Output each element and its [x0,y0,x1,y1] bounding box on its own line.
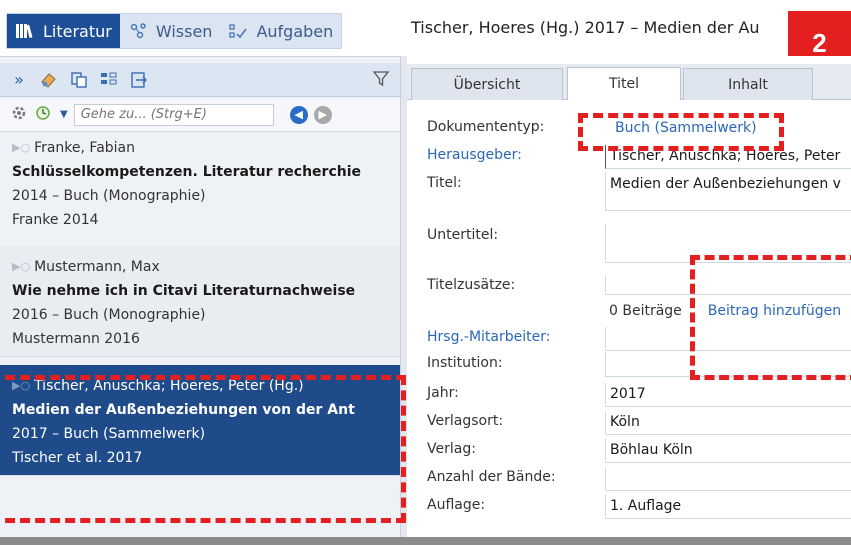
settings-icon[interactable] [10,104,28,126]
reference-title: Wie nehme ich in Citavi Literaturnachwei… [12,283,356,299]
flag-icon: ▶○ [12,141,31,154]
tab-uebersicht[interactable]: Übersicht [411,68,563,100]
panel-splitter[interactable] [400,56,407,537]
field-label: Verlagsort: [427,413,504,429]
reference-year-type: 2014 – Buch (Monographie) [12,188,206,204]
field-editor: Herausgeber: Tischer, Anuschka; Hoeres, … [407,141,851,169]
field-label: Dokumententyp: [427,119,545,135]
reference-short-title: Tischer et al. 2017 [12,450,143,466]
sort-icon[interactable] [98,69,120,91]
reference-author: Tischer, Anuschka; Hoeres, Peter (Hg.) [34,378,304,394]
copy-icon[interactable] [68,69,90,91]
subtitle-field[interactable] [605,225,851,263]
flag-icon: ▶○ [12,260,31,273]
contributions-row: 0 Beiträge Beitrag hinzufügen [407,297,851,327]
chevron-down-icon[interactable]: ▼ [60,109,68,120]
tasks-icon [229,24,248,39]
document-title: Tischer, Hoeres (Hg.) 2017 – Medien der … [411,18,760,37]
reference-title: Medien der Außenbeziehungen von der Ant [12,402,355,418]
back-button[interactable]: ◀ [289,105,308,124]
field-label: Titelzusätze: [427,277,516,293]
editor-tabs: Übersicht Titel Inhalt [407,64,851,100]
list-toolbar: » [0,63,400,97]
knowledge-icon [130,23,146,39]
goto-input[interactable] [73,103,274,126]
field-label: Institution: [427,355,503,371]
field-label: Auflage: [427,497,486,513]
title-field[interactable]: Medien der Außenbeziehungen v [605,173,851,211]
tab-aufgaben-label: Aufgaben [256,21,334,41]
reference-author: Mustermann, Max [34,259,160,275]
list-item-selected[interactable]: ▶○ Tischer, Anuschka; Hoeres, Peter (Hg.)… [0,365,400,476]
window-bottom-edge [0,537,851,545]
tab-literatur[interactable]: Literatur [7,14,120,48]
field-doc-type: Dokumententyp: Buch (Sammelwerk) [407,113,851,143]
field-label: Titel: [427,175,462,191]
reference-year-type: 2016 – Buch (Monographie) [12,307,206,323]
tab-wissen[interactable]: Wissen [120,14,221,48]
field-publisher: Verlag: Böhlau Köln [407,435,851,463]
field-place: Verlagsort: Köln [407,407,851,435]
field-year: Jahr: 2017 [407,379,851,407]
title-fields: Dokumententyp: Buch (Sammelwerk) Herausg… [407,101,851,519]
publisher-field[interactable]: Böhlau Köln [605,439,851,463]
top-bar: Literatur Wissen Aufgaben Tischer, Hoere… [0,0,851,56]
field-institution: Institution: [407,353,851,379]
doc-type-link[interactable]: Buch (Sammelwerk) [611,117,851,141]
reference-short-title: Franke 2014 [12,212,99,228]
field-label: Anzahl der Bände: [427,469,556,485]
reference-title: Schlüsselkompetenzen. Literatur recherch… [12,164,362,180]
institution-field[interactable] [605,353,851,377]
forward-button[interactable]: ▶ [313,105,332,124]
list-item[interactable]: ▶○ Franke, Fabian Schlüsselkompetenzen. L… [0,127,400,238]
tab-literatur-label: Literatur [43,21,112,41]
field-volumes: Anzahl der Bände: [407,463,851,491]
reference-list-panel: » ▼ ◀ [0,56,400,537]
module-switcher: Literatur Wissen Aufgaben [6,13,343,49]
reference-short-title: Mustermann 2016 [12,331,140,347]
field-label: Jahr: [427,385,459,401]
title-additions-field[interactable] [605,275,851,295]
history-icon[interactable] [34,104,54,126]
flag-icon: ▶○ [12,379,31,392]
tab-aufgaben[interactable]: Aufgaben [220,14,341,48]
add-contribution-link[interactable]: Beitrag hinzufügen [708,303,841,319]
field-edition: Auflage: 1. Auflage [407,491,851,519]
year-field[interactable]: 2017 [605,383,851,407]
books-icon [16,24,33,39]
expand-icon[interactable]: » [8,69,30,91]
field-subtitle: Untertitel: [407,221,851,271]
contributions-count: 0 Beiträge [609,303,682,319]
place-field[interactable]: Köln [605,411,851,435]
reference-year-type: 2017 – Buch (Sammelwerk) [12,426,206,442]
field-label-link[interactable]: Hrsg.-Mitarbeiter: [427,329,550,345]
reference-editor: Übersicht Titel Inhalt Dokumententyp: Bu… [407,56,851,537]
volumes-field[interactable] [605,467,851,491]
add-reference-icon[interactable] [38,69,60,91]
list-item[interactable]: ▶○ Mustermann, Max Wie nehme ich in Citav… [0,246,400,357]
reference-author: Franke, Fabian [34,140,136,156]
tab-wissen-label: Wissen [155,21,213,41]
citavi-window: Literatur Wissen Aufgaben Tischer, Hoere… [0,0,851,545]
field-title-additions: Titelzusätze: [407,271,851,297]
tab-titel[interactable]: Titel [567,67,681,100]
co-editor-field[interactable] [605,327,851,351]
edition-field[interactable]: 1. Auflage [605,495,851,519]
field-co-editor: Hrsg.-Mitarbeiter: [407,327,851,353]
field-label: Untertitel: [427,227,499,243]
export-icon[interactable] [128,69,150,91]
editor-field[interactable]: Tischer, Anuschka; Hoeres, Peter [605,145,851,169]
field-label: Verlag: [427,441,476,457]
filter-icon[interactable] [372,69,390,91]
field-title: Titel: Medien der Außenbeziehungen v [407,169,851,221]
tab-inhalt[interactable]: Inhalt [683,68,813,100]
field-label-link[interactable]: Herausgeber: [427,147,522,163]
